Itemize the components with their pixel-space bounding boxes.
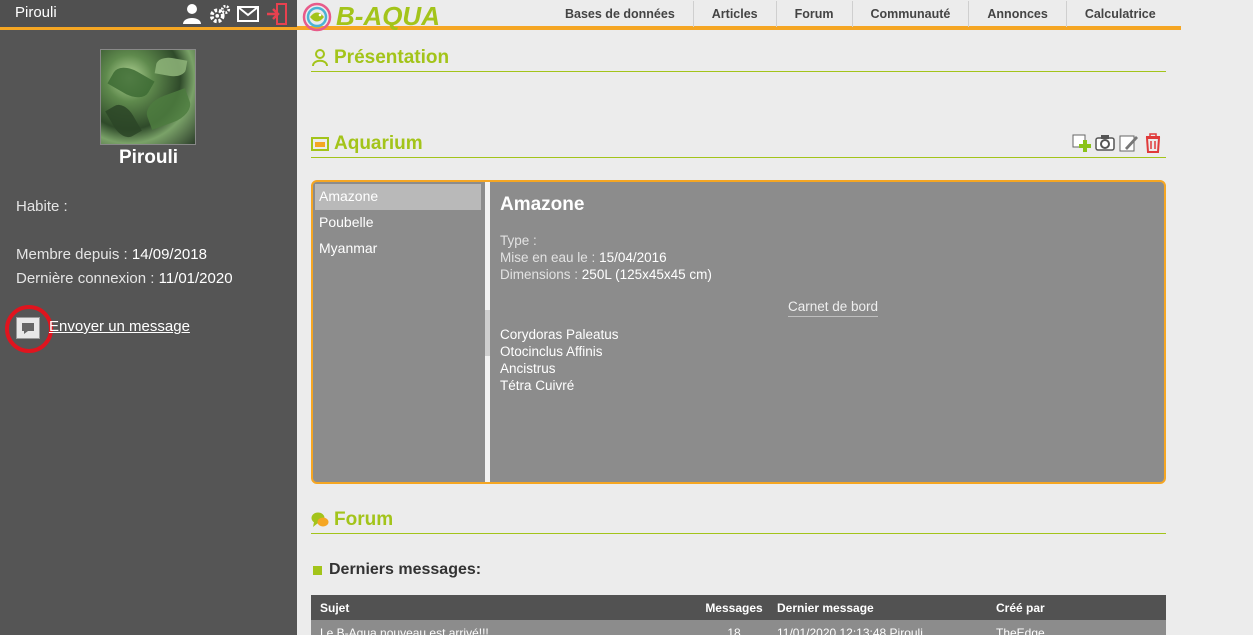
cell-messages: 18 — [727, 625, 741, 635]
presentation-title: Présentation — [334, 46, 450, 68]
bullet-square — [313, 565, 322, 575]
mise-en-eau-value: 15/04/2016 — [599, 250, 667, 265]
membre-label: Membre depuis : — [16, 246, 128, 263]
fish-item: Otocinclus Affinis — [500, 344, 603, 359]
fish-item: Corydoras Paleatus — [500, 327, 619, 342]
sidebar-topbar: Pirouli — [0, 0, 297, 30]
mail-icon[interactable] — [237, 3, 259, 25]
forum-table: Sujet Messages Dernier message Créé par … — [311, 595, 1166, 635]
habite-label: Habite : — [16, 198, 68, 215]
presentation-header: Présentation — [311, 44, 1166, 72]
aquarium-name: Amazone — [500, 194, 585, 215]
chat-icon — [311, 511, 329, 529]
delete-icon[interactable] — [1142, 133, 1163, 153]
nav-annonces[interactable]: Annonces — [969, 1, 1067, 27]
nav-calculatrice[interactable]: Calculatrice — [1067, 1, 1174, 27]
person-icon — [311, 48, 329, 67]
aquarium-list-scrollbar[interactable] — [485, 182, 490, 482]
forum-header: Forum — [311, 506, 1166, 534]
habite-row: Habite : — [16, 198, 68, 215]
user-icon[interactable] — [181, 3, 203, 25]
col-cree-par[interactable]: Créé par — [996, 601, 1166, 615]
send-message-link[interactable]: Envoyer un message — [49, 318, 190, 335]
cell-sujet[interactable]: Le B-Aqua nouveau est arrivé!!! — [311, 626, 691, 635]
connexion-label: Dernière connexion : — [16, 270, 155, 287]
avatar — [100, 49, 196, 145]
aquarium-title: Aquarium — [334, 132, 423, 154]
type-label: Type : — [500, 233, 537, 248]
aquarium-header: Aquarium — [311, 130, 1166, 158]
aquarium-panel: Amazone Poubelle Myanmar Amazone Type : … — [311, 180, 1166, 484]
connexion-row: Dernière connexion : 11/01/2020 — [16, 270, 233, 287]
table-header: Sujet Messages Dernier message Créé par — [311, 595, 1166, 620]
table-row[interactable]: Le B-Aqua nouveau est arrivé!!! 18 11/01… — [311, 620, 1166, 635]
fish-logo-icon — [302, 2, 332, 32]
membre-value: 14/09/2018 — [131, 246, 207, 263]
dimensions-label: Dimensions : — [500, 267, 579, 282]
mise-en-eau-label: Mise en eau le : — [500, 250, 596, 265]
logout-icon[interactable] — [266, 3, 288, 25]
dimensions-row: Dimensions : 250L (125x45x45 cm) — [500, 267, 712, 282]
logo[interactable]: B-AQUA — [301, 0, 440, 32]
aquarium-list-item[interactable]: Myanmar — [315, 236, 485, 262]
gear-icon[interactable] — [209, 3, 231, 25]
highlight-circle — [5, 305, 53, 353]
username-label[interactable]: Pirouli — [15, 4, 57, 21]
fish-item: Tétra Cuivré — [500, 378, 575, 393]
camera-icon[interactable] — [1094, 133, 1115, 153]
cell-dernier-message: 11/01/2020 12:13:48 Pirouli — [777, 625, 923, 635]
aquarium-toolbar — [1070, 133, 1163, 153]
dimensions-value: 250L (125x45x45 cm) — [581, 267, 712, 282]
cell-cree-par[interactable]: TheEdge — [996, 626, 1166, 635]
scrollbar-thumb[interactable] — [485, 310, 490, 356]
connexion-value: 11/01/2020 — [158, 270, 233, 287]
nav-bases-de-donnees[interactable]: Bases de données — [547, 1, 694, 27]
membre-row: Membre depuis : 14/09/2018 — [16, 246, 207, 263]
add-icon[interactable] — [1070, 133, 1091, 153]
nav-articles[interactable]: Articles — [694, 1, 777, 27]
top-navbar: B-AQUA Bases de données Articles Forum C… — [297, 0, 1181, 32]
sidebar: Pirouli Pirouli Habite : Membre depuis :… — [0, 0, 297, 635]
carnet-de-bord-link[interactable]: Carnet de bord — [788, 299, 879, 317]
edit-icon[interactable] — [1118, 133, 1139, 153]
aquarium-detail: Amazone Type : Mise en eau le : 15/04/20… — [500, 182, 1164, 482]
derniers-messages-heading: Derniers messages: — [313, 561, 481, 579]
profile-name: Pirouli — [118, 147, 179, 168]
col-dernier-message[interactable]: Dernier message — [777, 601, 996, 615]
col-messages[interactable]: Messages — [691, 601, 777, 615]
nav-communaute[interactable]: Communauté — [853, 1, 970, 27]
col-sujet[interactable]: Sujet — [311, 601, 691, 615]
aquarium-list-item[interactable]: Amazone — [315, 184, 481, 210]
aquarium-list: Amazone Poubelle Myanmar — [315, 184, 485, 482]
nav-forum[interactable]: Forum — [777, 1, 853, 27]
forum-title: Forum — [334, 508, 394, 530]
logo-text: B-AQUA — [336, 0, 440, 31]
aquarium-list-item[interactable]: Poubelle — [315, 210, 485, 236]
derniers-messages-label: Derniers messages: — [329, 561, 482, 578]
main-nav: Bases de données Articles Forum Communau… — [547, 0, 1174, 28]
mise-en-eau-row: Mise en eau le : 15/04/2016 — [500, 250, 667, 265]
type-row: Type : — [500, 233, 537, 248]
aquarium-icon — [311, 135, 329, 153]
fish-item: Ancistrus — [500, 361, 556, 376]
